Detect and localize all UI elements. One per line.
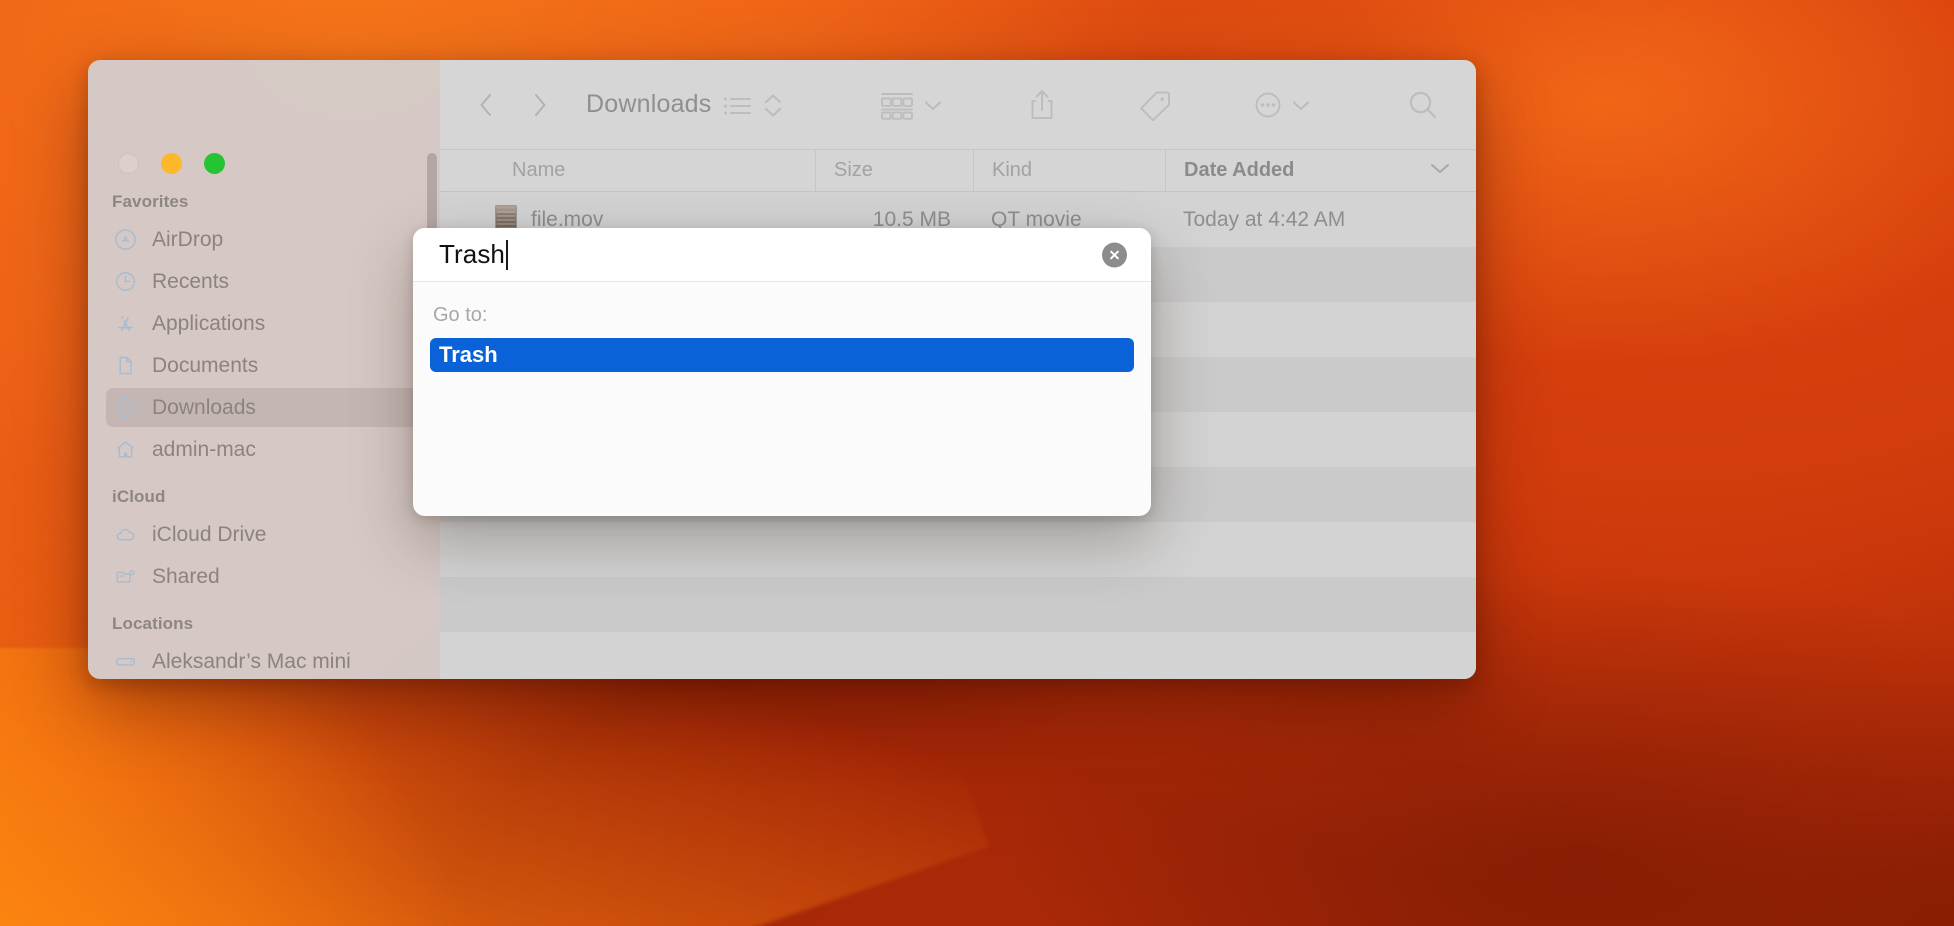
shared-folder-icon: [113, 565, 137, 589]
sidebar-item-shared[interactable]: Shared: [106, 557, 422, 596]
clock-icon: [113, 270, 137, 294]
window-controls: [118, 153, 225, 174]
cloud-icon: [113, 523, 137, 547]
go-to-folder-results: Go to: Trash: [413, 282, 1151, 516]
toolbar: Downloads: [440, 60, 1476, 149]
sidebar-item-mac-mini[interactable]: Aleksandr’s Mac mini: [106, 642, 422, 679]
sidebar-scrollbar[interactable]: [427, 153, 437, 236]
sidebar-item-admin-mac[interactable]: admin-mac: [106, 430, 422, 469]
list-view-icon[interactable]: [720, 82, 758, 128]
go-to-folder-input[interactable]: Trash: [413, 228, 1151, 282]
back-button[interactable]: [467, 86, 505, 124]
toolbar-actions: [720, 82, 1476, 128]
go-to-folder-dialog: Trash Go to: Trash: [413, 228, 1151, 516]
sidebar-item-documents[interactable]: Documents: [106, 346, 422, 385]
close-circle-icon[interactable]: [1102, 242, 1127, 267]
navigation-buttons: [467, 86, 559, 124]
table-row[interactable]: [440, 577, 1476, 632]
share-icon[interactable]: [1024, 82, 1060, 128]
sidebar: Favorites AirDrop Recents Applications D…: [88, 60, 440, 679]
sidebar-group-title: Locations: [112, 614, 194, 633]
sidebar-item-applications[interactable]: Applications: [106, 304, 422, 343]
home-icon: [113, 438, 137, 462]
sidebar-group-title: iCloud: [112, 487, 166, 506]
column-header-label: Date Added: [1184, 159, 1295, 181]
sidebar-item-icloud-drive[interactable]: iCloud Drive: [106, 515, 422, 554]
search-icon[interactable]: [1404, 82, 1442, 128]
chevron-down-icon[interactable]: [918, 82, 948, 128]
sort-chevrons-icon[interactable]: [758, 82, 788, 128]
group-by-icon[interactable]: [876, 82, 918, 128]
chevron-down-icon[interactable]: [1286, 82, 1316, 128]
file-date-cell: Today at 4:42 AM: [1183, 207, 1346, 231]
sidebar-item-label: AirDrop: [152, 227, 224, 251]
column-header-kind[interactable]: Kind: [973, 150, 1165, 191]
go-to-folder-input-value: Trash: [439, 239, 505, 269]
sidebar-group-favorites: Favorites AirDrop Recents Applications D…: [88, 192, 440, 469]
column-header-name[interactable]: Name: [440, 150, 815, 191]
airdrop-icon: [113, 228, 137, 252]
results-label: Go to:: [433, 304, 488, 326]
column-header-size[interactable]: Size: [815, 150, 973, 191]
sidebar-item-label: iCloud Drive: [152, 522, 267, 546]
chevron-down-icon: [1426, 159, 1454, 183]
sidebar-item-recents[interactable]: Recents: [106, 262, 422, 301]
sidebar-item-label: Aleksandr’s Mac mini: [152, 649, 351, 673]
column-headers: Name Size Kind Date Added: [440, 149, 1476, 192]
document-icon: [113, 354, 137, 378]
mac-mini-icon: [113, 650, 137, 674]
column-header-date-added[interactable]: Date Added: [1165, 150, 1476, 191]
sidebar-item-airdrop[interactable]: AirDrop: [106, 220, 422, 259]
sidebar-item-label: Applications: [152, 311, 266, 335]
download-icon: [113, 396, 137, 420]
minimize-button[interactable]: [161, 153, 182, 174]
sidebar-group-locations: Locations Aleksandr’s Mac mini: [88, 614, 440, 679]
sidebar-item-label: Recents: [152, 269, 230, 293]
forward-button[interactable]: [521, 86, 559, 124]
app-store-icon: [113, 312, 137, 336]
sidebar-group-icloud: iCloud iCloud Drive Shared: [88, 487, 440, 596]
sidebar-item-label: Shared: [152, 564, 220, 588]
text-cursor: [506, 239, 508, 270]
tag-icon[interactable]: [1136, 82, 1174, 128]
close-button[interactable]: [118, 153, 139, 174]
result-item-trash[interactable]: Trash: [430, 338, 1134, 372]
sidebar-item-label: Documents: [152, 353, 259, 377]
sidebar-group-title: Favorites: [112, 192, 189, 211]
table-row[interactable]: [440, 522, 1476, 577]
ellipsis-circle-icon[interactable]: [1250, 82, 1286, 128]
maximize-button[interactable]: [204, 153, 225, 174]
sidebar-item-downloads[interactable]: Downloads: [106, 388, 422, 427]
table-row[interactable]: [440, 632, 1476, 679]
sidebar-item-label: admin-mac: [152, 437, 256, 461]
page-title: Downloads: [586, 90, 712, 118]
sidebar-item-label: Downloads: [152, 395, 256, 419]
